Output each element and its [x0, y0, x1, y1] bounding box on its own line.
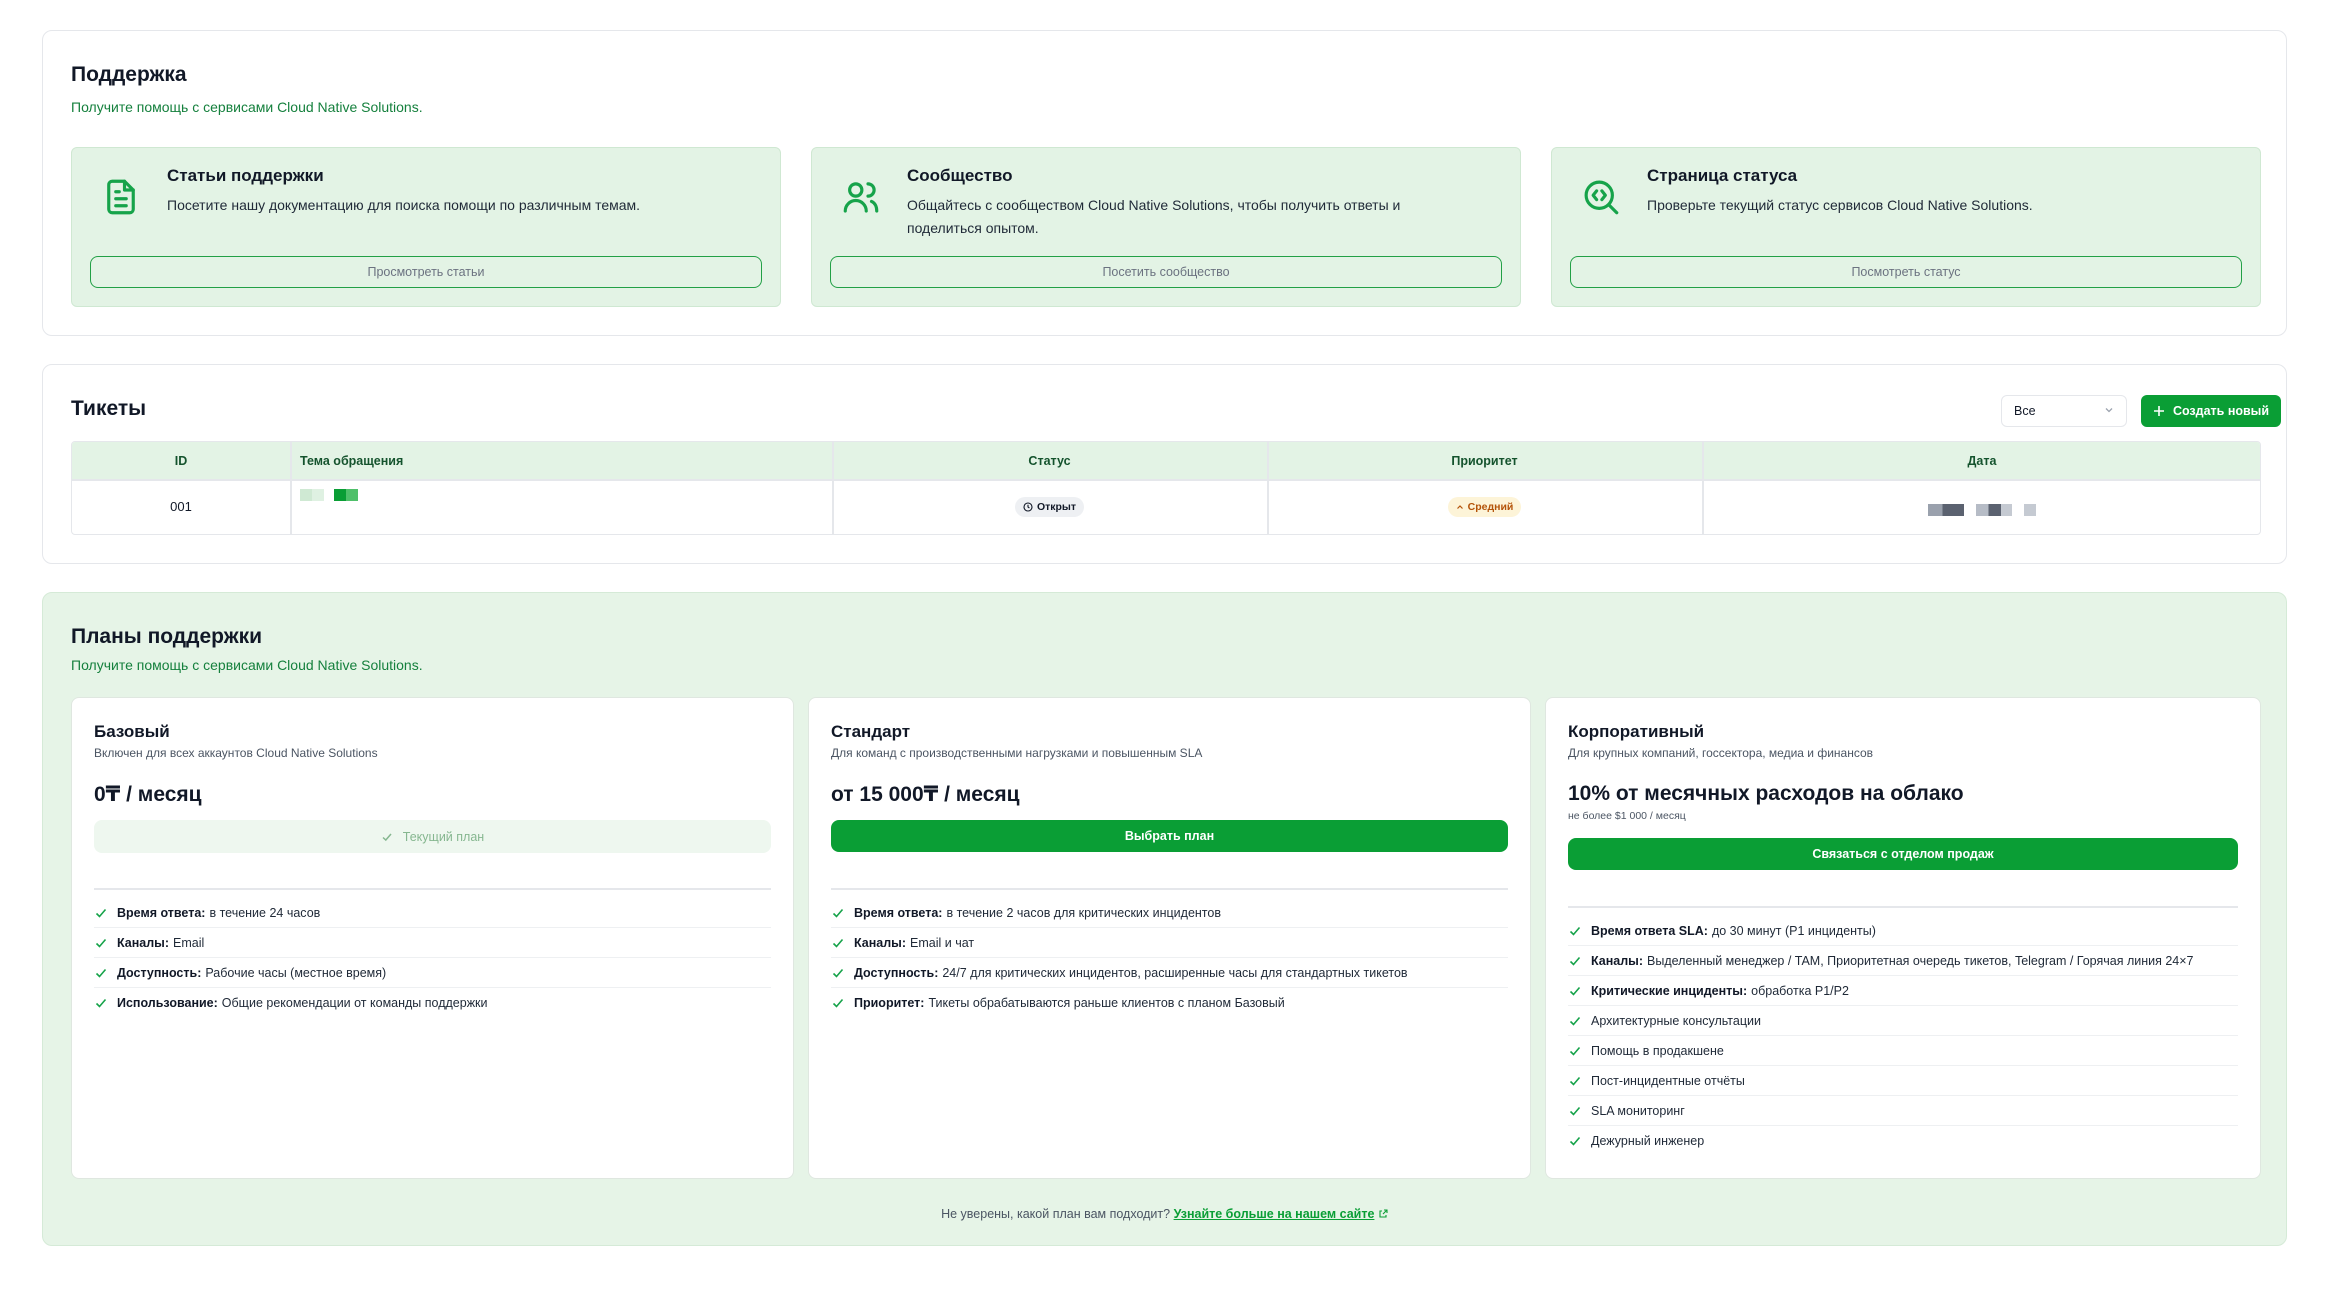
plan-card-standard: Стандарт Для команд с производственными … — [808, 697, 1531, 1179]
plan-name: Корпоративный — [1568, 722, 1705, 741]
status-badge: Открыт — [1014, 496, 1085, 517]
check-icon — [1569, 1136, 1581, 1146]
clock-icon — [1023, 501, 1033, 512]
plan-feature: Доступность: Рабочие часы (местное время) — [94, 958, 771, 988]
plan-card-basic: Базовый Включен для всех аккаунтов Cloud… — [71, 697, 794, 1179]
check-icon — [1569, 1016, 1581, 1026]
check-icon — [832, 998, 844, 1008]
plan-feature: Использование: Общие рекомендации от кома… — [94, 988, 771, 1018]
plan-name: Базовый — [94, 722, 170, 741]
plan-feature: Дежурный инженер — [1568, 1126, 2238, 1156]
check-icon — [95, 908, 107, 918]
view-status-button[interactable]: Посмотреть статус — [1570, 256, 2242, 288]
plan-description: Для крупных компаний, госсектора, медиа … — [1568, 746, 1874, 760]
plans-title: Планы поддержки — [71, 625, 262, 648]
plan-feature: Каналы: Email и чат — [831, 928, 1508, 958]
plan-price: от 15 000₸ / месяц — [831, 783, 1020, 806]
plans-subtitle: Получите помощь с сервисами Cloud Native… — [71, 657, 423, 673]
support-card-status: Страница статуса Проверьте текущий стату… — [1551, 147, 2261, 307]
check-icon — [832, 968, 844, 978]
check-icon — [95, 998, 107, 1008]
plan-price: 0₸ / месяц — [94, 783, 202, 806]
check-icon — [95, 968, 107, 978]
support-card-description: Общайтесь с сообществом Cloud Native Sol… — [907, 197, 1401, 236]
support-card-community: Сообщество Общайтесь с сообществом Cloud… — [811, 147, 1521, 307]
column-header-priority: Приоритет — [1451, 453, 1518, 468]
check-icon — [1569, 1106, 1581, 1116]
column-header-date: Дата — [1967, 453, 1997, 468]
plan-feature: Помощь в продакшене — [1568, 1036, 2238, 1066]
check-icon — [382, 833, 392, 841]
users-icon — [843, 182, 879, 213]
plan-feature: Приоритет: Тикеты обрабатываются раньше к… — [831, 988, 1508, 1018]
support-section: Поддержка Получите помощь с сервисами Cl… — [42, 30, 2287, 336]
plan-feature: Время ответа: в течение 2 часов для крити… — [831, 898, 1508, 928]
ticket-status: Открыт — [832, 479, 1267, 534]
plan-feature: Каналы: Email — [94, 928, 771, 958]
plan-feature: Критические инциденты: обработка P1/P2 — [1568, 976, 2238, 1006]
filter-value: Все — [2014, 404, 2036, 418]
plan-feature: SLA мониторинг — [1568, 1096, 2238, 1126]
column-header-id: ID — [174, 453, 188, 468]
tickets-section: Тикеты Все Создать новый ID Тема обращен… — [42, 364, 2287, 564]
priority-badge: Средний — [1447, 496, 1522, 517]
tickets-title: Тикеты — [71, 397, 147, 420]
check-icon — [95, 938, 107, 948]
ticket-priority: Средний — [1267, 479, 1702, 534]
status-search-icon — [1584, 180, 1619, 215]
check-icon — [1569, 1046, 1581, 1056]
support-card-description: Посетите нашу документацию для поиска по… — [167, 197, 641, 213]
document-icon — [107, 179, 135, 215]
plan-feature: Каналы: Выделенный менеджер / TAM, Приори… — [1568, 946, 2238, 976]
support-card-articles: Статьи поддержки Посетите нашу документа… — [71, 147, 781, 307]
support-card-title: Статьи поддержки — [167, 166, 324, 185]
create-ticket-label: Создать новый — [2172, 404, 2270, 418]
plans-section: Планы поддержки Получите помощь с сервис… — [42, 592, 2287, 1246]
create-ticket-button[interactable]: Создать новый — [2141, 395, 2281, 427]
support-subtitle: Получите помощь с сервисами Cloud Native… — [71, 99, 423, 115]
chevron-up-icon — [1456, 504, 1463, 509]
view-articles-button[interactable]: Просмотреть статьи — [90, 256, 762, 288]
check-icon — [1569, 926, 1581, 936]
column-header-subject: Тема обращения — [300, 453, 404, 468]
chevron-down-icon — [2105, 408, 2113, 413]
plan-description: Для команд с производственными нагрузкам… — [831, 746, 1203, 760]
ticket-filter-select[interactable]: Все — [2001, 395, 2127, 427]
check-icon — [1569, 986, 1581, 996]
plan-name: Стандарт — [831, 722, 911, 741]
ticket-subject-redacted — [300, 479, 820, 534]
tickets-table: ID Тема обращения Статус Приоритет Дата … — [71, 441, 2261, 535]
plan-feature: Архитектурные консультации — [1568, 1006, 2238, 1036]
column-header-status: Статус — [1028, 453, 1071, 468]
plan-feature: Пост-инцидентные отчёты — [1568, 1066, 2238, 1096]
plan-card-enterprise: Корпоративный Для крупных компаний, госс… — [1545, 697, 2261, 1179]
ticket-id[interactable]: 001 — [72, 479, 290, 534]
plan-price-note: не более $1 000 / месяц — [1568, 810, 1686, 822]
ticket-date-redacted — [1702, 479, 2260, 534]
plan-description: Включен для всех аккаунтов Cloud Native … — [94, 746, 378, 760]
visit-community-button[interactable]: Посетить сообщество — [830, 256, 1502, 288]
plan-feature: Время ответа: в течение 24 часов — [94, 898, 771, 928]
plan-price: 10% от месячных расходов на облако — [1568, 782, 1964, 805]
current-plan-button: Текущий план — [94, 820, 771, 853]
learn-more-link[interactable]: Узнайте больше на нашем сайте — [1174, 1207, 1375, 1221]
check-icon — [832, 938, 844, 948]
check-icon — [832, 908, 844, 918]
contact-sales-button[interactable]: Связаться с отделом продаж — [1568, 838, 2238, 870]
choose-plan-button[interactable]: Выбрать план — [831, 820, 1508, 852]
plan-feature: Время ответа SLA: до 30 минут (P1 инциден… — [1568, 916, 2238, 946]
support-card-description: Проверьте текущий статус сервисов Cloud … — [1647, 197, 2033, 213]
support-card-title: Страница статуса — [1647, 166, 1798, 185]
check-icon — [1569, 1076, 1581, 1086]
check-icon — [1569, 956, 1581, 966]
support-card-title: Сообщество — [907, 166, 1013, 185]
external-link-icon — [1379, 1209, 1388, 1218]
support-title: Поддержка — [71, 63, 187, 86]
plus-icon — [2153, 406, 2164, 416]
plans-footnote: Не уверены, какой план вам подходит? Узн… — [43, 1207, 2286, 1221]
plan-feature: Доступность: 24/7 для критических инциден… — [831, 958, 1508, 988]
